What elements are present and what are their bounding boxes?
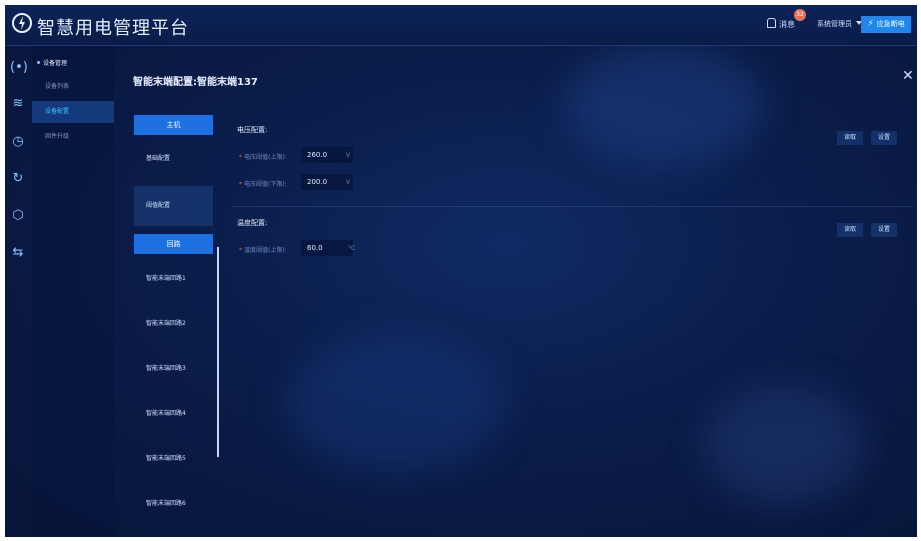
dialog-title: 智能末端配置:智能末端137 — [133, 77, 258, 88]
user-menu[interactable]: 系统管理员 — [817, 19, 862, 29]
bullet-icon — [37, 61, 40, 64]
temperature-set-button[interactable]: 设置 — [871, 223, 897, 237]
subnav-group-label: 设备管理 — [43, 60, 68, 67]
tab-host[interactable]: 主机 — [134, 115, 213, 135]
temperature-read-button[interactable]: 读取 — [837, 223, 863, 237]
temperature-section-title: 温度配置: — [237, 219, 268, 227]
voltage-upper-unit: V — [346, 152, 351, 159]
bolt-icon: ⚡ — [867, 19, 874, 29]
voltage-lower-label: * 电压阈值(下限): — [239, 179, 287, 188]
power-logo-icon — [12, 13, 32, 33]
voltage-section-title: 电压配置: — [237, 126, 268, 134]
subnav-group-device-management[interactable]: 设备管理 — [37, 58, 67, 67]
background-glow — [565, 45, 765, 165]
side-item-loop-6[interactable]: 智能末端回路6 — [134, 498, 213, 507]
required-mark: * — [239, 154, 242, 161]
required-mark: * — [239, 247, 242, 254]
cube-icon[interactable]: ⬡ — [10, 208, 26, 224]
temperature-upper-input[interactable]: 60.0 — [301, 240, 353, 256]
notification-badge: 32 — [794, 9, 806, 21]
subnav-item-device-config[interactable]: 设备配置 — [32, 101, 114, 123]
database-icon[interactable]: ≋ — [10, 96, 26, 112]
subnav-item-firmware-upgrade[interactable]: 固件升级 — [32, 126, 114, 148]
side-item-basic-config[interactable]: 基础配置 — [134, 153, 213, 162]
required-mark: * — [239, 181, 242, 188]
emergency-button-label: 应急断电 — [876, 20, 905, 28]
background-glow — [705, 385, 865, 505]
temperature-upper-label: * 温度阈值(上限): — [239, 245, 287, 254]
notification-label: 消息 — [779, 20, 795, 29]
side-item-loop-5[interactable]: 智能末端回路5 — [134, 453, 213, 462]
background-glow — [285, 335, 505, 475]
close-icon[interactable]: ✕ — [902, 69, 914, 83]
emergency-power-off-button[interactable]: ⚡ 应急断电 — [861, 16, 911, 33]
voltage-read-button[interactable]: 读取 — [837, 131, 863, 145]
user-name: 系统管理员 — [817, 20, 852, 28]
voltage-upper-label: * 电压阈值(上限): — [239, 152, 287, 161]
side-menu-scrollbar[interactable] — [217, 247, 219, 457]
refresh-icon[interactable]: ↻ — [10, 171, 26, 187]
voltage-lower-label-text: 电压阈值(下限): — [244, 181, 287, 188]
app-window: 智慧用电管理平台 消息 32 系统管理员 ⚡ 应急断电 (•) ≋ ◷ ↻ ⬡ ⇆… — [5, 5, 917, 537]
signal-icon[interactable]: (•) — [10, 60, 28, 76]
switch-icon[interactable]: ⇆ — [10, 245, 26, 261]
side-item-threshold-config[interactable]: 阈值配置 — [134, 186, 213, 226]
side-item-loop-2[interactable]: 智能末端回路2 — [134, 318, 213, 327]
temperature-upper-label-text: 温度阈值(上限): — [244, 247, 287, 254]
subnav-item-device-list[interactable]: 设备列表 — [32, 76, 114, 98]
temperature-upper-unit: °C — [348, 245, 356, 252]
bell-icon — [767, 18, 776, 28]
icon-rail: (•) ≋ ◷ ↻ ⬡ ⇆ — [5, 46, 31, 537]
side-item-loop-3[interactable]: 智能末端回路3 — [134, 363, 213, 372]
side-item-loop-1[interactable]: 智能末端回路1 — [134, 273, 213, 282]
chart-icon[interactable]: ◷ — [10, 134, 26, 150]
voltage-upper-label-text: 电压阈值(上限): — [244, 154, 287, 161]
tab-loop[interactable]: 回路 — [134, 234, 213, 254]
app-title: 智慧用电管理平台 — [37, 18, 189, 39]
top-header: 智慧用电管理平台 消息 32 系统管理员 ⚡ 应急断电 — [5, 5, 917, 46]
sub-navigation: 设备管理 设备列表 设备配置 固件升级 — [32, 46, 114, 537]
voltage-set-button[interactable]: 设置 — [871, 131, 897, 145]
notification-button[interactable]: 消息 — [767, 18, 795, 30]
voltage-lower-unit: V — [346, 179, 351, 186]
side-item-loop-4[interactable]: 智能末端回路4 — [134, 408, 213, 417]
section-divider — [233, 206, 913, 207]
